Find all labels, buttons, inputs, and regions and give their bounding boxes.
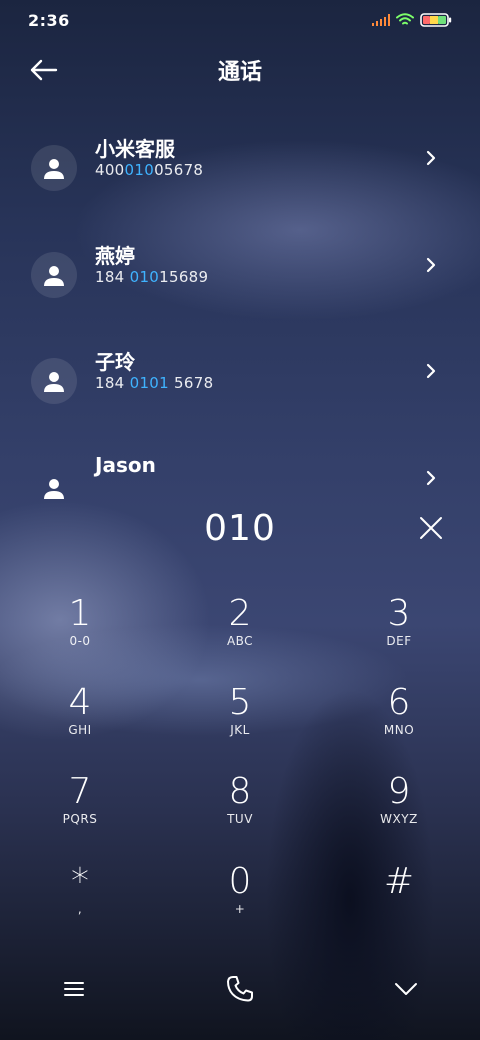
key-5[interactable]: 5 JKL	[185, 683, 295, 763]
dial-display: 010	[0, 500, 480, 556]
contact-number: 184 01015689	[95, 268, 209, 286]
contact-row[interactable]: 子玲 184 0101 5678	[0, 346, 480, 416]
contact-number: 184 0101 5678	[95, 374, 214, 392]
key-2[interactable]: 2 ABC	[185, 594, 295, 674]
chevron-right-icon	[426, 257, 436, 273]
status-bar: 2:36	[0, 0, 480, 40]
page-title: 通话	[217, 60, 262, 85]
contact-name: 燕婷	[95, 244, 135, 268]
chevron-right-icon	[426, 363, 436, 379]
call-button[interactable]	[223, 972, 257, 1006]
key-8[interactable]: 8 TUV	[185, 772, 295, 852]
app-header: 通话	[0, 48, 480, 92]
signal-icon	[372, 14, 390, 26]
dialed-number: 010	[204, 507, 276, 549]
contact-name: 小米客服	[95, 137, 175, 161]
key-1[interactable]: 1 0-0	[25, 594, 135, 674]
avatar	[31, 145, 77, 191]
chevron-down-icon	[395, 983, 417, 995]
key-3[interactable]: 3 DEF	[344, 594, 454, 674]
close-icon	[420, 517, 442, 539]
avatar	[31, 358, 77, 404]
person-icon	[44, 372, 64, 392]
person-icon	[44, 479, 64, 499]
key-9[interactable]: 9 WXYZ	[344, 772, 454, 852]
status-time: 2:36	[28, 10, 70, 30]
menu-button[interactable]	[57, 972, 91, 1006]
chevron-right-icon	[426, 150, 436, 166]
key-0[interactable]: 0 +	[185, 862, 295, 942]
clear-button[interactable]	[416, 513, 446, 543]
status-icons	[372, 13, 452, 27]
contact-name: Jason	[95, 453, 156, 477]
contact-row[interactable]: 小米客服 40001005678	[0, 133, 480, 203]
key-6[interactable]: 6 MNO	[344, 683, 454, 763]
contact-number: 40001005678	[95, 161, 204, 179]
key-star[interactable]: *,	[25, 862, 135, 942]
key-4[interactable]: 4 GHI	[25, 683, 135, 763]
battery-icon	[420, 13, 452, 27]
chevron-right-icon	[426, 470, 436, 486]
arrow-left-icon	[30, 59, 58, 81]
collapse-keypad-button[interactable]	[389, 972, 423, 1006]
contact-row[interactable]: 燕婷 184 01015689	[0, 240, 480, 310]
avatar	[31, 252, 77, 298]
person-icon	[44, 266, 64, 286]
menu-icon	[64, 982, 84, 996]
person-icon	[44, 159, 64, 179]
back-button[interactable]	[28, 56, 62, 84]
contact-name: 子玲	[95, 350, 135, 374]
key-hash[interactable]: #	[344, 862, 454, 942]
wifi-icon	[396, 13, 414, 27]
bottom-bar	[0, 960, 480, 1016]
key-7[interactable]: 7 PQRS	[25, 772, 135, 852]
phone-icon	[227, 976, 253, 1002]
